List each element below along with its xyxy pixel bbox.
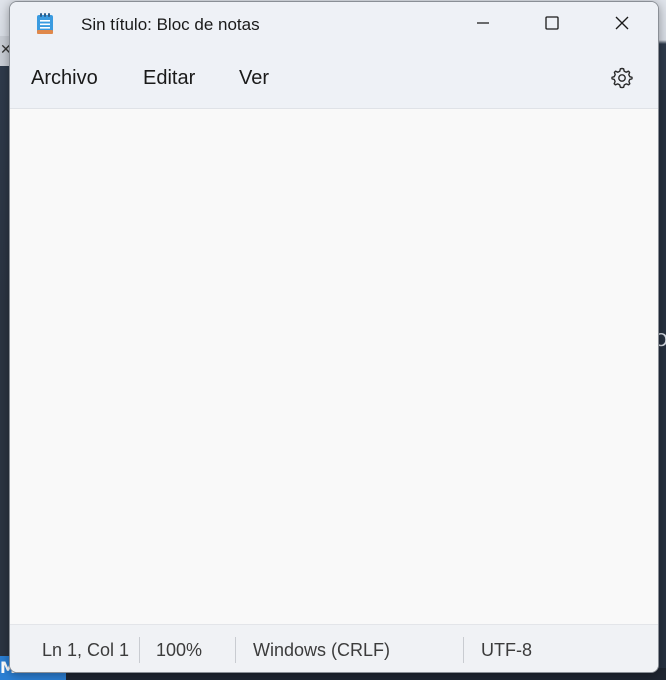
settings-button[interactable] — [608, 66, 636, 94]
minimize-button[interactable] — [448, 2, 518, 48]
cursor-position: Ln 1, Col 1 — [42, 640, 130, 660]
gear-icon — [610, 66, 634, 94]
status-bar: Ln 1, Col 1 100% Windows (CRLF) UTF-8 — [10, 624, 658, 672]
encoding[interactable]: UTF-8 — [481, 640, 532, 661]
status-divider — [463, 637, 464, 663]
close-icon — [614, 15, 630, 35]
maximize-icon — [544, 15, 560, 35]
notepad-window: Sin título: Bloc de notas Archivo Editar… — [9, 1, 659, 673]
window-title: Sin título: Bloc de notas — [81, 15, 260, 34]
menu-archivo[interactable]: Archivo — [27, 62, 102, 94]
title-bar[interactable]: Sin título: Bloc de notas — [10, 2, 658, 48]
notepad-icon — [36, 13, 54, 35]
close-button[interactable] — [587, 2, 657, 48]
minimize-icon — [475, 15, 491, 35]
menu-ver[interactable]: Ver — [235, 62, 273, 94]
status-divider — [235, 637, 236, 663]
menu-editar[interactable]: Editar — [139, 62, 199, 94]
menu-bar: Archivo Editar Ver — [10, 48, 658, 109]
status-divider — [139, 637, 140, 663]
zoom-level[interactable]: 100% — [156, 640, 202, 661]
line-ending[interactable]: Windows (CRLF) — [253, 640, 390, 661]
text-editor[interactable] — [10, 109, 658, 624]
maximize-button[interactable] — [517, 2, 587, 48]
